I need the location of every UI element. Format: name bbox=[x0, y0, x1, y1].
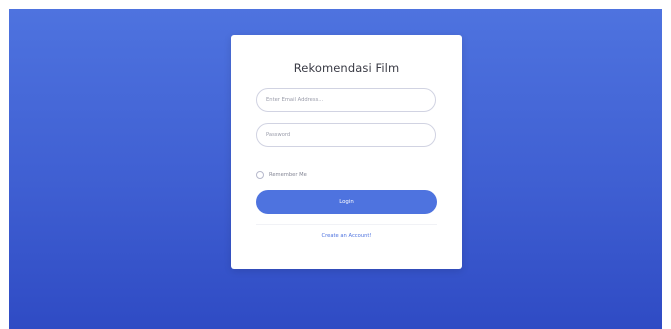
page: Rekomendasi Film Remember Me Login Creat… bbox=[0, 0, 671, 329]
remember-me-row[interactable]: Remember Me bbox=[256, 170, 307, 180]
remember-me-label[interactable]: Remember Me bbox=[269, 172, 307, 178]
login-card: Rekomendasi Film Remember Me Login Creat… bbox=[231, 35, 462, 269]
divider bbox=[256, 224, 437, 225]
create-account-link[interactable]: Create an Account! bbox=[231, 233, 462, 239]
login-button[interactable]: Login bbox=[256, 190, 437, 214]
page-title: Rekomendasi Film bbox=[293, 61, 400, 75]
password-field[interactable] bbox=[256, 123, 436, 147]
email-field[interactable] bbox=[256, 88, 436, 112]
remember-me-checkbox[interactable] bbox=[256, 171, 264, 179]
